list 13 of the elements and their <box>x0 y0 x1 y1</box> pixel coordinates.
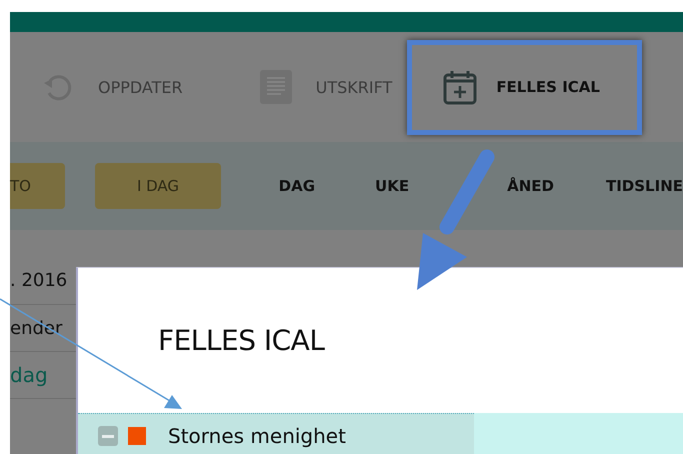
view-tab[interactable]: UKE <box>375 177 410 195</box>
calendar-name: Stornes menighet <box>168 424 346 448</box>
nav-button[interactable]: I DAG <box>95 163 221 209</box>
view-tab[interactable]: ÅNED <box>507 177 554 195</box>
toolbar-button[interactable]: FELLES ICAL <box>442 69 600 105</box>
nav-button[interactable]: TO <box>10 163 66 209</box>
row-text: . 2016 <box>10 270 68 290</box>
calendar-plus-icon <box>442 69 478 105</box>
calendar-row[interactable]: Stornes menighet <box>78 413 683 454</box>
dialog-title: FELLES ICAL <box>158 324 326 357</box>
view-tab[interactable]: TIDSLINE <box>606 177 683 195</box>
collapse-icon[interactable] <box>98 426 118 446</box>
view-tab[interactable]: DAG <box>278 177 316 195</box>
